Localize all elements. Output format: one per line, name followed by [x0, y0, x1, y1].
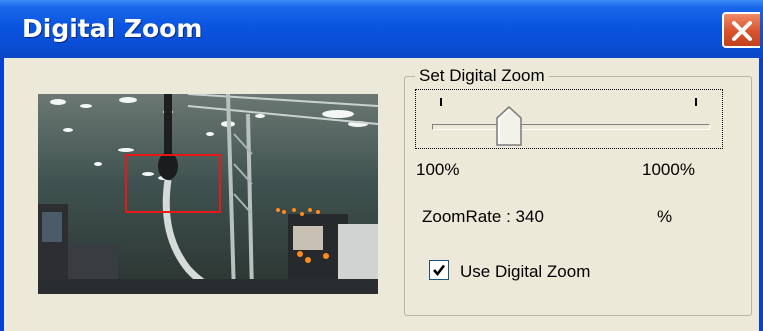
zoom-min-label: 100% [416, 160, 460, 179]
zoom-rate-unit: % [657, 207, 673, 226]
use-digital-zoom-checkbox[interactable] [429, 260, 449, 280]
slider-tick-max [695, 98, 697, 106]
window-title: Digital Zoom [22, 14, 203, 43]
slider-thumb[interactable] [496, 106, 522, 146]
zoom-slider[interactable] [415, 89, 723, 149]
close-button[interactable] [722, 12, 760, 48]
close-icon [732, 21, 752, 41]
zoom-rate-label: ZoomRate : 340 [422, 207, 544, 226]
check-icon [433, 264, 446, 277]
digital-zoom-window: Digital Zoom Set Digital Zoom 100% 1000%… [0, 0, 763, 331]
slider-tick-min [440, 98, 442, 106]
zoom-region-rectangle[interactable] [125, 154, 221, 213]
use-digital-zoom-label[interactable]: Use Digital Zoom [460, 262, 590, 282]
group-title: Set Digital Zoom [419, 66, 545, 85]
slider-track[interactable] [432, 124, 710, 130]
title-bar[interactable]: Digital Zoom [0, 0, 763, 58]
camera-preview[interactable] [38, 94, 378, 294]
zoom-max-label: 1000% [642, 160, 695, 179]
